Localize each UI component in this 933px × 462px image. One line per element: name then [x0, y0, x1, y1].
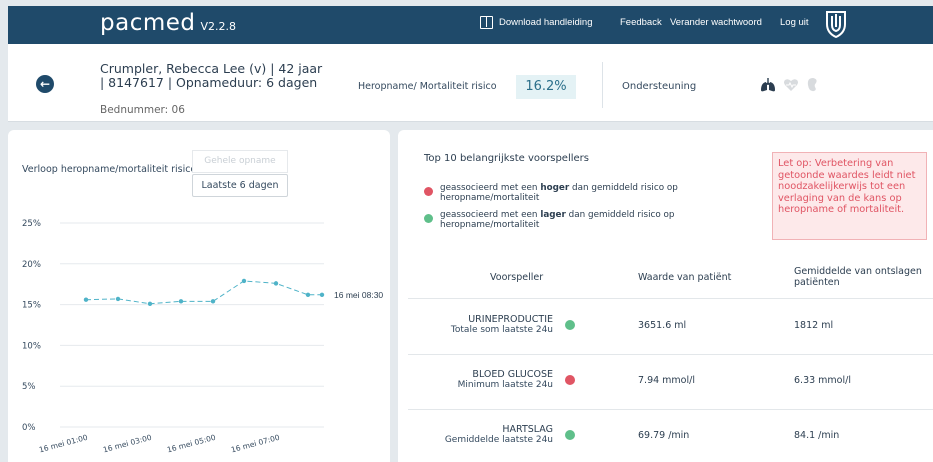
x-tick-label: 16 mei 03:00 — [102, 433, 153, 455]
green-dot-icon — [565, 320, 575, 330]
red-dot-icon — [565, 375, 575, 385]
mean-value: 6.33 mmol/l — [794, 375, 851, 386]
data-point[interactable] — [210, 299, 216, 304]
data-point[interactable] — [147, 301, 153, 306]
col-mean-value: Gemiddelde van ontslagen patiënten — [794, 266, 922, 288]
col-patient-value: Waarde van patiënt — [638, 272, 732, 283]
table-divider — [408, 298, 933, 299]
predictor-name: HARTSLAG Gemiddelde laatste 24u — [444, 424, 553, 446]
support-label: Ondersteuning — [622, 81, 697, 92]
data-point[interactable] — [115, 296, 121, 302]
top-bar: pacmed V2.2.8 Download handleiding Feedba… — [8, 6, 933, 44]
col-predictor: Voorspeller — [490, 272, 544, 283]
patient-name: Crumpler, Rebecca Lee (v) | 42 jaar | 81… — [100, 61, 323, 90]
data-point[interactable] — [273, 281, 279, 286]
predictors-title: Top 10 belangrijkste voorspellers — [424, 153, 589, 164]
predictor-name: URINEPRODUCTIE Totale som laatste 24u — [450, 314, 553, 336]
data-point[interactable] — [241, 278, 247, 284]
warning-box: Let op: Verbetering van getoonde waardes… — [772, 152, 927, 240]
x-tick-label: 16 mei 05:00 — [166, 433, 217, 455]
app-logo[interactable]: pacmed V2.2.8 — [100, 10, 236, 36]
latest-time-label: 16 mei 08:30 — [334, 290, 383, 300]
data-point[interactable] — [319, 292, 325, 298]
manual-icon — [480, 16, 493, 29]
legend-low-text: geassocieerd met een lager dan gemiddeld… — [440, 210, 675, 230]
patient-value: 7.94 mmol/l — [638, 375, 695, 386]
green-dot-icon — [424, 214, 433, 223]
risk-chart-card: Verloop heropname/mortaliteit risico Geh… — [8, 130, 390, 462]
heart-icon — [784, 79, 798, 91]
table-divider — [408, 354, 933, 355]
y-tick-label: 10% — [22, 341, 41, 351]
y-tick-label: 15% — [22, 301, 41, 311]
table-divider — [408, 409, 933, 410]
risk-line-chart: 25% 20% 15% 10% 5% 0%16 mei 01:00 16 mei 03:00… — [22, 219, 383, 455]
back-arrow-icon[interactable]: ← — [36, 75, 54, 93]
green-dot-icon — [565, 430, 575, 440]
app-version: V2.2.8 — [200, 20, 237, 33]
patient-header: ← Crumpler, Rebecca Lee (v) | 42 jaar | … — [8, 44, 933, 122]
data-point[interactable] — [83, 297, 89, 302]
mean-value: 1812 ml — [794, 320, 834, 331]
mean-value: 84.1 /min — [794, 430, 840, 441]
bed-number: Bednummer: 06 — [100, 104, 185, 116]
feedback-link[interactable]: Feedback — [620, 17, 662, 28]
red-dot-icon — [424, 187, 433, 196]
lungs-icon — [761, 78, 775, 92]
risk-series-line — [85, 280, 322, 305]
patient-value: 3651.6 ml — [638, 320, 687, 331]
predictors-card: Top 10 belangrijkste voorspellers geasso… — [398, 130, 933, 462]
y-tick-label: 25% — [22, 219, 41, 229]
y-tick-label: 20% — [22, 260, 41, 270]
y-tick-label: 5% — [22, 382, 36, 392]
x-tick-label: 16 mei 01:00 — [38, 433, 89, 455]
header-divider — [602, 62, 603, 108]
data-point[interactable] — [178, 299, 184, 304]
logout-link[interactable]: Log uit — [780, 17, 809, 28]
x-tick-label: 16 mei 07:00 — [230, 433, 281, 455]
kidney-icon — [807, 78, 817, 92]
change-password-link[interactable]: Verander wachtwoord — [670, 17, 762, 28]
shield-logo-icon — [826, 11, 846, 38]
risk-label: Heropname/ Mortaliteit risico — [358, 81, 497, 92]
download-manual-link[interactable]: Download handleiding — [499, 17, 593, 28]
risk-value: 16.2% — [516, 75, 576, 99]
predictor-name: BLOED GLUCOSE Minimum laatste 24u — [457, 369, 553, 391]
legend-high-text: geassocieerd met een hoger dan gemiddeld… — [440, 183, 678, 203]
y-tick-label: 0% — [22, 423, 36, 433]
patient-value: 69.79 /min — [638, 430, 690, 441]
data-point[interactable] — [305, 292, 311, 298]
